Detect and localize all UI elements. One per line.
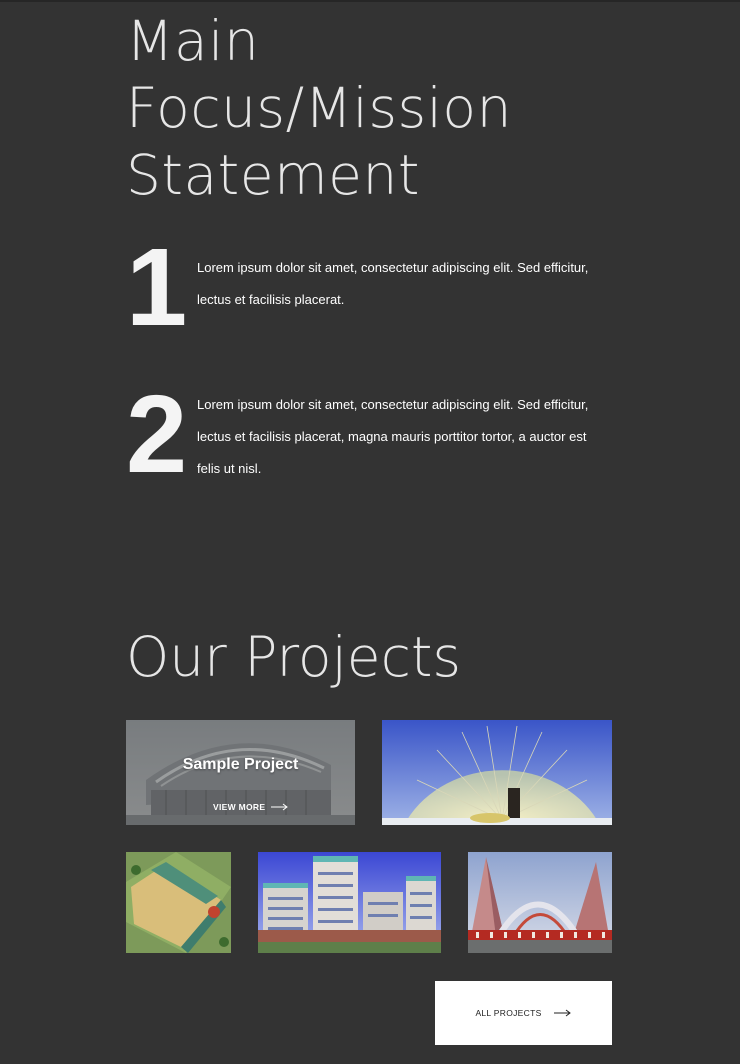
project-tile[interactable] bbox=[258, 852, 441, 953]
mission-item-number: 2 bbox=[126, 373, 188, 496]
top-border bbox=[0, 0, 740, 2]
arrow-right-icon bbox=[553, 1009, 571, 1017]
project-tile[interactable] bbox=[382, 720, 612, 825]
project-tile[interactable] bbox=[126, 852, 231, 953]
mission-item-text: Lorem ipsum dolor sit amet, consectetur … bbox=[197, 260, 589, 307]
projects-title: Our Projects bbox=[126, 625, 462, 689]
project-caption: Sample Project bbox=[182, 756, 299, 773]
mission-title-line: Statement bbox=[126, 143, 420, 207]
mission-title-line: Focus/Mission bbox=[126, 76, 512, 140]
mission-title: Main Focus/Mission Statement bbox=[126, 8, 646, 209]
aerial-building-image bbox=[126, 852, 231, 953]
all-projects-button[interactable]: ALL PROJECTS bbox=[435, 981, 612, 1045]
project-tile[interactable] bbox=[468, 852, 612, 953]
mission-item: 2 Lorem ipsum dolor sit amet, consectetu… bbox=[126, 375, 616, 495]
mission-item-text: Lorem ipsum dolor sit amet, consectetur … bbox=[197, 397, 589, 476]
view-more-label: VIEW MORE bbox=[213, 802, 266, 812]
mission-item: 1 Lorem ipsum dolor sit amet, consectetu… bbox=[126, 226, 616, 349]
residential-towers-image bbox=[258, 852, 441, 953]
mission-item-number: 1 bbox=[126, 226, 188, 349]
all-projects-label: ALL PROJECTS bbox=[475, 1008, 542, 1018]
arrow-right-icon bbox=[271, 803, 289, 811]
dome-building-image bbox=[382, 720, 612, 825]
project-tile-featured[interactable]: Sample Project VIEW MORE bbox=[126, 720, 355, 825]
view-more-link[interactable]: VIEW MORE bbox=[213, 802, 289, 812]
mission-title-line: Main bbox=[126, 9, 260, 73]
pyramid-arches-image bbox=[468, 852, 612, 953]
